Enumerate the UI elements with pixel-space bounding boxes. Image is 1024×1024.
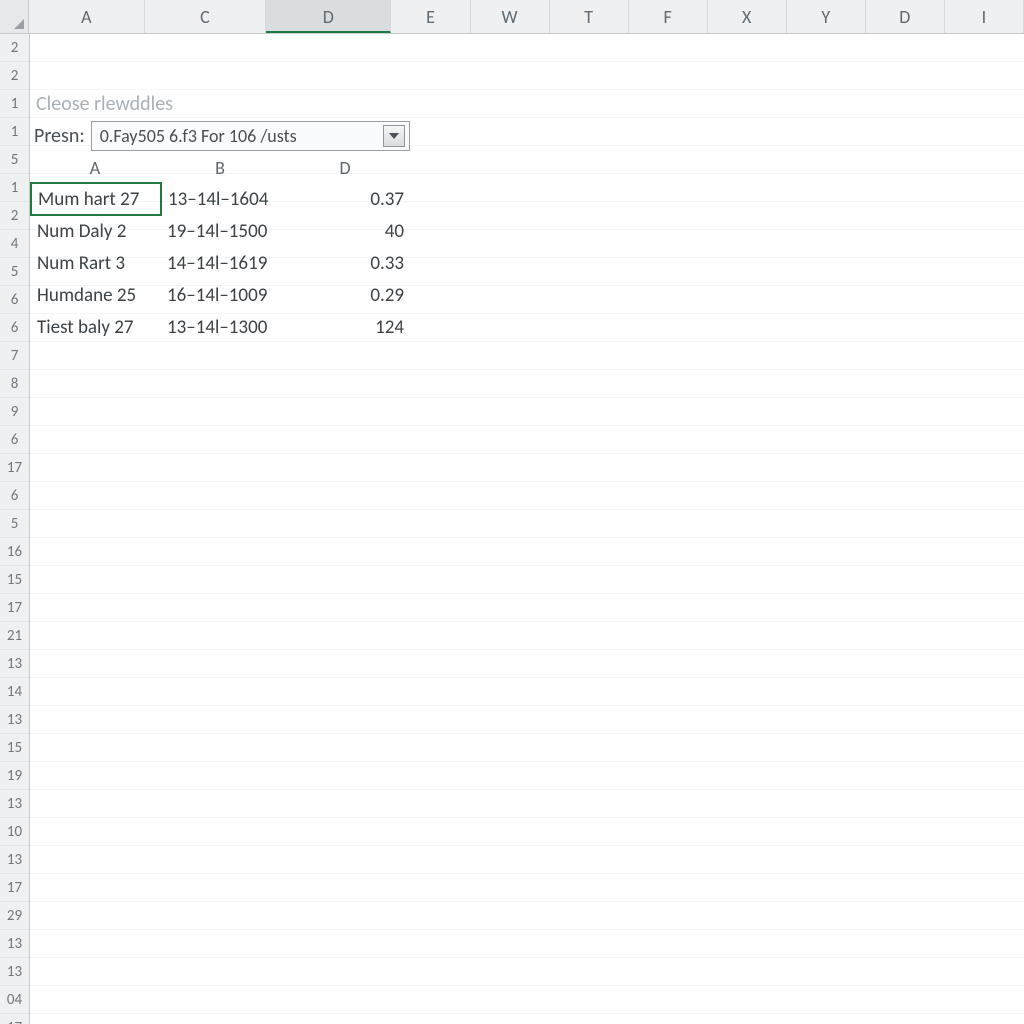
cell-A2[interactable]: Num Daly 2	[31, 215, 161, 247]
row-header[interactable]: 5	[0, 146, 29, 174]
select-all-corner[interactable]	[0, 0, 29, 33]
inner-header-B: B	[160, 154, 280, 182]
row-header[interactable]: 2	[0, 202, 29, 230]
row-header[interactable]: 8	[0, 370, 29, 398]
row-header[interactable]: 2	[0, 62, 29, 90]
row-header[interactable]: 6	[0, 286, 29, 314]
row-header[interactable]: 6	[0, 482, 29, 510]
presn-dropdown-value: 0.Fay505 6.f3 For 106 /usts	[100, 125, 297, 147]
row-header[interactable]: 15	[0, 734, 29, 762]
row-header[interactable]: 14	[0, 678, 29, 706]
row-header[interactable]: 6	[0, 314, 29, 342]
col-header-Y[interactable]: Y	[787, 0, 866, 33]
cell-B1[interactable]: 13–14l–1604	[161, 183, 281, 215]
cell-D4[interactable]: 0.29	[281, 279, 410, 311]
row-header[interactable]: 17	[0, 594, 29, 622]
row-header[interactable]: 9	[0, 398, 29, 426]
row-header[interactable]: 13	[0, 930, 29, 958]
cell-D5[interactable]: 124	[281, 311, 410, 343]
table-row[interactable]: Humdane 25 16–14l–1009 0.29	[31, 279, 410, 311]
data-table: Mum hart 27 13–14l–1604 0.37 Num Daly 2 …	[30, 182, 410, 343]
inner-header-A: A	[30, 154, 160, 182]
col-header-D[interactable]: D	[266, 0, 391, 33]
row-header[interactable]: 4	[0, 230, 29, 258]
row-header[interactable]: 1	[0, 90, 29, 118]
row-header[interactable]: 5	[0, 510, 29, 538]
cell-B3[interactable]: 14–14l–1619	[161, 247, 281, 279]
row-header[interactable]: 16	[0, 538, 29, 566]
row-header[interactable]: 1	[0, 174, 29, 202]
col-header-E[interactable]: E	[391, 0, 470, 33]
row-header[interactable]: 17	[0, 1014, 29, 1024]
row-header[interactable]: 13	[0, 958, 29, 986]
row-header[interactable]: 1	[0, 118, 29, 146]
row-gutter: 2211512456678961765161517211314131519131…	[0, 34, 30, 1024]
cell-B4[interactable]: 16–14l–1009	[161, 279, 281, 311]
row-header[interactable]: 10	[0, 818, 29, 846]
row-header[interactable]: 13	[0, 846, 29, 874]
row-header[interactable]: 13	[0, 706, 29, 734]
table-row[interactable]: Num Daly 2 19–14l–1500 40	[31, 215, 410, 247]
row-header[interactable]: 29	[0, 902, 29, 930]
col-header-D2[interactable]: D	[866, 0, 945, 33]
row-header[interactable]: 2	[0, 34, 29, 62]
worksheet-grid[interactable]: Cleose rlewddles Presn: 0.Fay505 6.f3 Fo…	[30, 34, 1024, 1024]
cell-B2[interactable]: 19–14l–1500	[161, 215, 281, 247]
cell-A4[interactable]: Humdane 25	[31, 279, 161, 311]
row-header[interactable]: 5	[0, 258, 29, 286]
presn-dropdown[interactable]: 0.Fay505 6.f3 For 106 /usts	[91, 121, 410, 151]
section-title: Cleose rlewddles	[30, 90, 410, 118]
table-row[interactable]: Tiest baly 27 13–14l–1300 124	[31, 311, 410, 343]
cell-A3[interactable]: Num Rart 3	[31, 247, 161, 279]
row-header[interactable]: 13	[0, 790, 29, 818]
row-header[interactable]: 6	[0, 426, 29, 454]
col-header-T[interactable]: T	[550, 0, 629, 33]
cell-B5[interactable]: 13–14l–1300	[161, 311, 281, 343]
inner-header-D: D	[280, 154, 410, 182]
cell-D3[interactable]: 0.33	[281, 247, 410, 279]
row-header[interactable]: 17	[0, 874, 29, 902]
column-ruler: A C D E W T F X Y D I	[0, 0, 1024, 34]
row-header[interactable]: 15	[0, 566, 29, 594]
inner-column-headers: A B D	[30, 154, 410, 182]
cell-D1[interactable]: 0.37	[281, 183, 410, 215]
chevron-down-icon[interactable]	[383, 125, 405, 147]
row-header[interactable]: 21	[0, 622, 29, 650]
cell-D2[interactable]: 40	[281, 215, 410, 247]
row-header[interactable]: 13	[0, 650, 29, 678]
row-header[interactable]: 7	[0, 342, 29, 370]
table-row[interactable]: Num Rart 3 14–14l–1619 0.33	[31, 247, 410, 279]
cell-A1[interactable]: Mum hart 27	[31, 183, 161, 215]
col-header-I[interactable]: I	[945, 0, 1024, 33]
row-header[interactable]: 17	[0, 454, 29, 482]
col-header-C[interactable]: C	[145, 0, 266, 33]
row-header[interactable]: 04	[0, 986, 29, 1014]
col-header-F[interactable]: F	[629, 0, 708, 33]
cell-A5[interactable]: Tiest baly 27	[31, 311, 161, 343]
table-row[interactable]: Mum hart 27 13–14l–1604 0.37	[31, 183, 410, 215]
presn-label: Presn:	[34, 124, 85, 148]
col-header-X[interactable]: X	[708, 0, 787, 33]
row-header[interactable]: 19	[0, 762, 29, 790]
col-header-A[interactable]: A	[29, 0, 145, 33]
col-header-W[interactable]: W	[471, 0, 550, 33]
